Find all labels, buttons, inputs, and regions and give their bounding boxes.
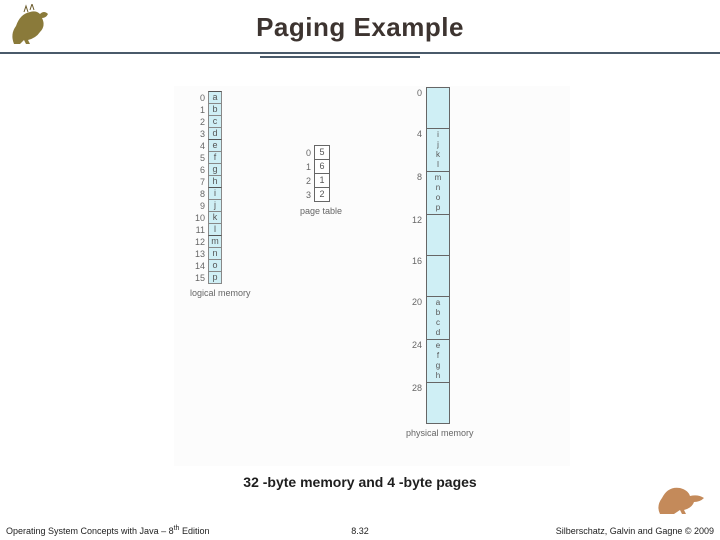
pm-cell: d <box>427 328 449 338</box>
pm-index: 16 <box>404 256 426 297</box>
page-table-label: page table <box>300 206 342 216</box>
lm-index: 3 <box>190 128 208 140</box>
dinosaur-left-icon <box>6 4 60 48</box>
footer-left-tail: Edition <box>179 526 209 536</box>
pm-index: 20 <box>404 297 426 340</box>
pt-index: 0 <box>300 146 314 160</box>
pm-index: 8 <box>404 172 426 215</box>
pm-frame: mnop <box>426 171 450 215</box>
logical-memory-label: logical memory <box>190 288 251 298</box>
footer-page-number: 8.32 <box>351 526 369 536</box>
pm-cell: n <box>427 183 449 193</box>
physical-memory: 0 4ijkl 8mnop 12 16 20abcd 24efgh 28 phy… <box>404 88 474 438</box>
lm-index: 9 <box>190 200 208 212</box>
pm-frame: abcd <box>426 296 450 340</box>
title-rule <box>0 52 720 54</box>
pm-frame <box>426 382 450 424</box>
pm-cell: b <box>427 308 449 318</box>
pm-cell: e <box>427 341 449 351</box>
pm-cell: p <box>427 203 449 213</box>
pm-cell: m <box>427 173 449 183</box>
lm-index: 11 <box>190 224 208 236</box>
pm-cell: f <box>427 351 449 361</box>
pm-cell: k <box>427 150 449 160</box>
lm-index: 8 <box>190 188 208 200</box>
lm-index: 10 <box>190 212 208 224</box>
lm-index: 6 <box>190 164 208 176</box>
pm-index: 4 <box>404 129 426 172</box>
pm-frame <box>426 255 450 297</box>
pm-index: 12 <box>404 215 426 256</box>
pm-frame <box>426 214 450 256</box>
pm-cell: g <box>427 361 449 371</box>
diagram-area: 0a 1b 2c 3d 4e 5f 6g 7h 8i 9j 10k 11l 12… <box>174 86 570 466</box>
lm-index: 7 <box>190 176 208 188</box>
lm-index: 0 <box>190 92 208 104</box>
lm-index: 14 <box>190 260 208 272</box>
footer-left: Operating System Concepts with Java – 8t… <box>6 525 209 536</box>
lm-index: 2 <box>190 116 208 128</box>
pm-cell: i <box>427 130 449 140</box>
slide-footer: Operating System Concepts with Java – 8t… <box>0 520 720 536</box>
pm-index: 0 <box>404 88 426 129</box>
pm-frame: ijkl <box>426 128 450 172</box>
lm-cell: p <box>208 271 222 284</box>
pm-cell: o <box>427 193 449 203</box>
pt-cell: 5 <box>314 145 330 160</box>
pm-cell: j <box>427 140 449 150</box>
footer-left-text: Operating System Concepts with Java – 8 <box>6 526 174 536</box>
pm-frame <box>426 87 450 129</box>
lm-index: 1 <box>190 104 208 116</box>
logical-memory: 0a 1b 2c 3d 4e 5f 6g 7h 8i 9j 10k 11l 12… <box>190 92 251 298</box>
pm-index: 24 <box>404 340 426 383</box>
pm-cell: l <box>427 160 449 170</box>
pt-index: 1 <box>300 160 314 174</box>
pm-index: 28 <box>404 383 426 424</box>
lm-index: 4 <box>190 140 208 152</box>
pt-index: 3 <box>300 188 314 202</box>
pm-frame: efgh <box>426 339 450 383</box>
lm-index: 5 <box>190 152 208 164</box>
footer-copyright: Silberschatz, Galvin and Gagne © 2009 <box>556 526 714 536</box>
title-rule-accent <box>260 56 420 58</box>
slide-caption: 32 -byte memory and 4 -byte pages <box>0 474 720 490</box>
pm-cell: c <box>427 318 449 328</box>
pt-index: 2 <box>300 174 314 188</box>
pm-cell: a <box>427 298 449 308</box>
lm-index: 15 <box>190 272 208 284</box>
physical-memory-label: physical memory <box>406 428 474 438</box>
lm-index: 12 <box>190 236 208 248</box>
pt-cell: 6 <box>314 159 330 174</box>
dinosaur-right-icon <box>654 478 714 518</box>
page-table: 05 16 21 32 page table <box>300 146 342 216</box>
lm-index: 13 <box>190 248 208 260</box>
pt-cell: 1 <box>314 173 330 188</box>
pt-cell: 2 <box>314 187 330 202</box>
slide-header: Paging Example <box>0 0 720 56</box>
slide-title: Paging Example <box>0 0 720 43</box>
pm-cell: h <box>427 371 449 381</box>
